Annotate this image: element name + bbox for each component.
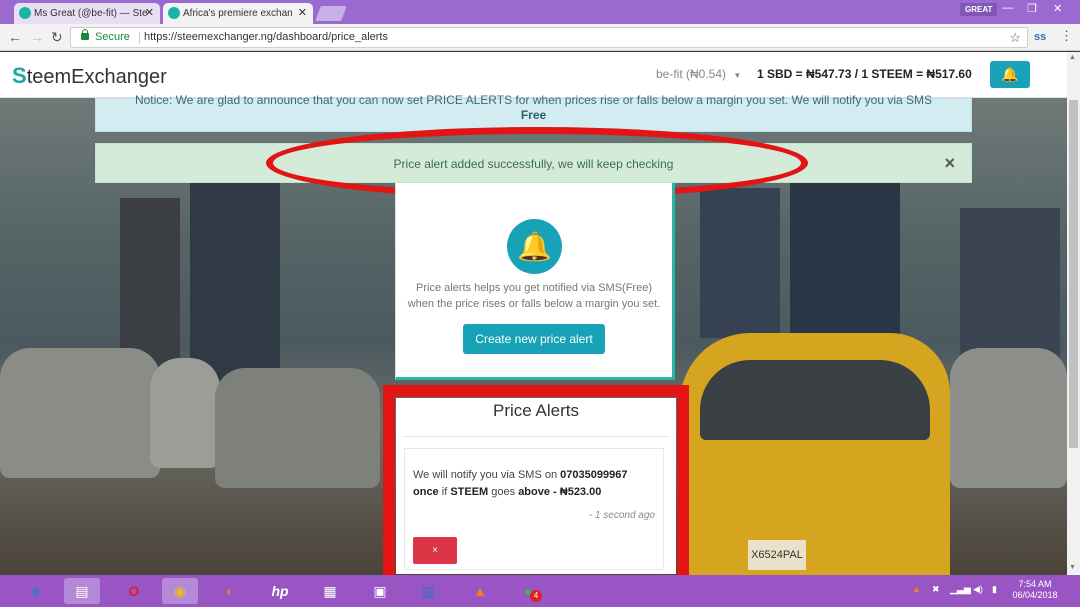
bell-icon: 🔔 bbox=[507, 219, 562, 274]
close-icon[interactable]: ✕ bbox=[145, 6, 154, 19]
tab-title: Ms Great (@be-fit) — Ste bbox=[34, 8, 148, 19]
minimize-icon[interactable]: — bbox=[1002, 2, 1013, 14]
chevron-down-icon: ▼ bbox=[733, 71, 742, 80]
bell-icon: 🔔 bbox=[1001, 66, 1019, 82]
scroll-thumb[interactable] bbox=[1069, 100, 1078, 448]
lock-icon bbox=[81, 29, 89, 40]
uc-browser-icon[interactable]: ◐ bbox=[212, 578, 248, 604]
browser-tab-strip: Ms Great (@be-fit) — Ste ✕ Africa's prem… bbox=[0, 0, 1080, 24]
steemit-favicon-icon bbox=[19, 7, 31, 19]
taskbar-clock[interactable]: 7:54 AM 06/04/2018 bbox=[1010, 579, 1060, 601]
divider bbox=[404, 436, 668, 437]
browser-tab-steemit[interactable]: Ms Great (@be-fit) — Ste ✕ bbox=[14, 3, 160, 24]
price-alert-text: We will notify you via SMS on 0703509996… bbox=[413, 469, 628, 498]
price-alerts-title: Price Alerts bbox=[493, 401, 579, 420]
car-plate-image: X6524PAL bbox=[748, 540, 806, 570]
close-icon[interactable]: ✕ bbox=[298, 6, 307, 19]
alert-timestamp: - 1 second ago bbox=[588, 510, 655, 521]
opera-icon[interactable]: O bbox=[116, 578, 152, 604]
file-explorer-icon[interactable]: ▤ bbox=[64, 578, 100, 604]
new-tab-button[interactable] bbox=[315, 6, 347, 21]
vlc-icon[interactable]: ▲ bbox=[462, 578, 498, 604]
steem-extension-icon[interactable]: ss bbox=[1034, 31, 1046, 43]
secure-label: Secure bbox=[95, 31, 130, 43]
price-alert-info-card: 🔔 Price alerts helps you get notified vi… bbox=[395, 183, 675, 380]
browser-menu-icon[interactable]: ⋮ bbox=[1060, 28, 1073, 44]
notification-badge: 4 bbox=[530, 590, 542, 602]
internet-explorer-icon[interactable]: e bbox=[18, 578, 54, 604]
scroll-up-icon[interactable]: ▲ bbox=[1069, 54, 1076, 61]
battery-icon[interactable]: ▮ bbox=[992, 584, 997, 595]
price-alerts-panel: Price Alerts We will notify you via SMS … bbox=[396, 398, 676, 574]
price-alert-item: We will notify you via SMS on 0703509996… bbox=[404, 448, 664, 570]
network-warning-icon[interactable]: ✖ bbox=[932, 584, 940, 595]
windows-taskbar: e ▤ O ◉ ◐ hp ▦ ▣ ▥ ▲ ● 4 ▲ ✖ ▁▃▅ ◀) ▮ 7:… bbox=[0, 575, 1080, 607]
close-window-icon[interactable]: ✕ bbox=[1053, 2, 1062, 15]
signal-icon[interactable]: ▁▃▅ bbox=[950, 584, 971, 595]
vlc-tray-icon[interactable]: ▲ bbox=[912, 584, 921, 594]
browser-tab-steemexchanger[interactable]: Africa's premiere exchan ✕ bbox=[163, 3, 313, 24]
address-toolbar: ← → ↻ Secure https://steemexchanger.ng/d… bbox=[0, 24, 1080, 51]
url-text[interactable]: https://steemexchanger.ng/dashboard/pric… bbox=[144, 28, 388, 47]
chrome-icon[interactable]: ◉ bbox=[162, 578, 198, 604]
hp-icon[interactable]: hp bbox=[262, 578, 298, 604]
page-scrollbar[interactable]: ▲ ▼ bbox=[1067, 52, 1080, 575]
address-bar[interactable]: Secure https://steemexchanger.ng/dashboa… bbox=[70, 27, 1028, 48]
exchange-rate: 1 SBD = ₦547.73 / 1 STEEM = ₦517.60 bbox=[757, 67, 972, 81]
user-dropdown[interactable]: be-fit (₦0.54) ▼ bbox=[656, 67, 741, 81]
restore-icon[interactable]: ❐ bbox=[1027, 2, 1037, 15]
clock-date: 06/04/2018 bbox=[1012, 590, 1058, 600]
coin-name: STEEM bbox=[450, 486, 489, 498]
whatsapp-icon[interactable]: ● 4 bbox=[510, 578, 546, 604]
scroll-down-icon[interactable]: ▼ bbox=[1069, 564, 1076, 571]
price-alert-description: Price alerts helps you get notified via … bbox=[407, 282, 661, 310]
notifications-button[interactable]: 🔔 bbox=[990, 61, 1030, 88]
profile-badge[interactable]: GREAT bbox=[960, 3, 998, 16]
forward-icon[interactable]: → bbox=[30, 29, 44, 45]
divider bbox=[139, 32, 140, 44]
printer-icon[interactable]: ▣ bbox=[362, 578, 398, 604]
control-panel-icon[interactable]: ▦ bbox=[312, 578, 348, 604]
clock-time: 7:54 AM bbox=[1018, 579, 1052, 589]
steemexchanger-favicon-icon bbox=[168, 7, 180, 19]
steemexchanger-logo[interactable]: SteemExchanger bbox=[12, 63, 167, 89]
alert-condition: above - ₦523.00 bbox=[518, 486, 602, 498]
delete-alert-button[interactable]: × bbox=[413, 537, 457, 564]
site-header: SteemExchanger be-fit (₦0.54) ▼ 1 SBD = … bbox=[0, 52, 1067, 98]
reload-icon[interactable]: ↻ bbox=[51, 29, 63, 46]
store-icon[interactable]: ▥ bbox=[410, 578, 446, 604]
tab-title: Africa's premiere exchan bbox=[183, 8, 293, 19]
back-icon[interactable]: ← bbox=[8, 29, 22, 45]
announcement-free: Free bbox=[520, 108, 547, 122]
volume-icon[interactable]: ◀) bbox=[973, 584, 983, 595]
create-price-alert-button[interactable]: Create new price alert bbox=[463, 324, 605, 354]
announcement-text: Notice: We are glad to announce that you… bbox=[134, 93, 933, 107]
close-alert-button[interactable]: × bbox=[944, 153, 955, 174]
phone-number: 07035099967 bbox=[560, 469, 628, 481]
bookmark-star-icon[interactable]: ☆ bbox=[1009, 28, 1021, 47]
